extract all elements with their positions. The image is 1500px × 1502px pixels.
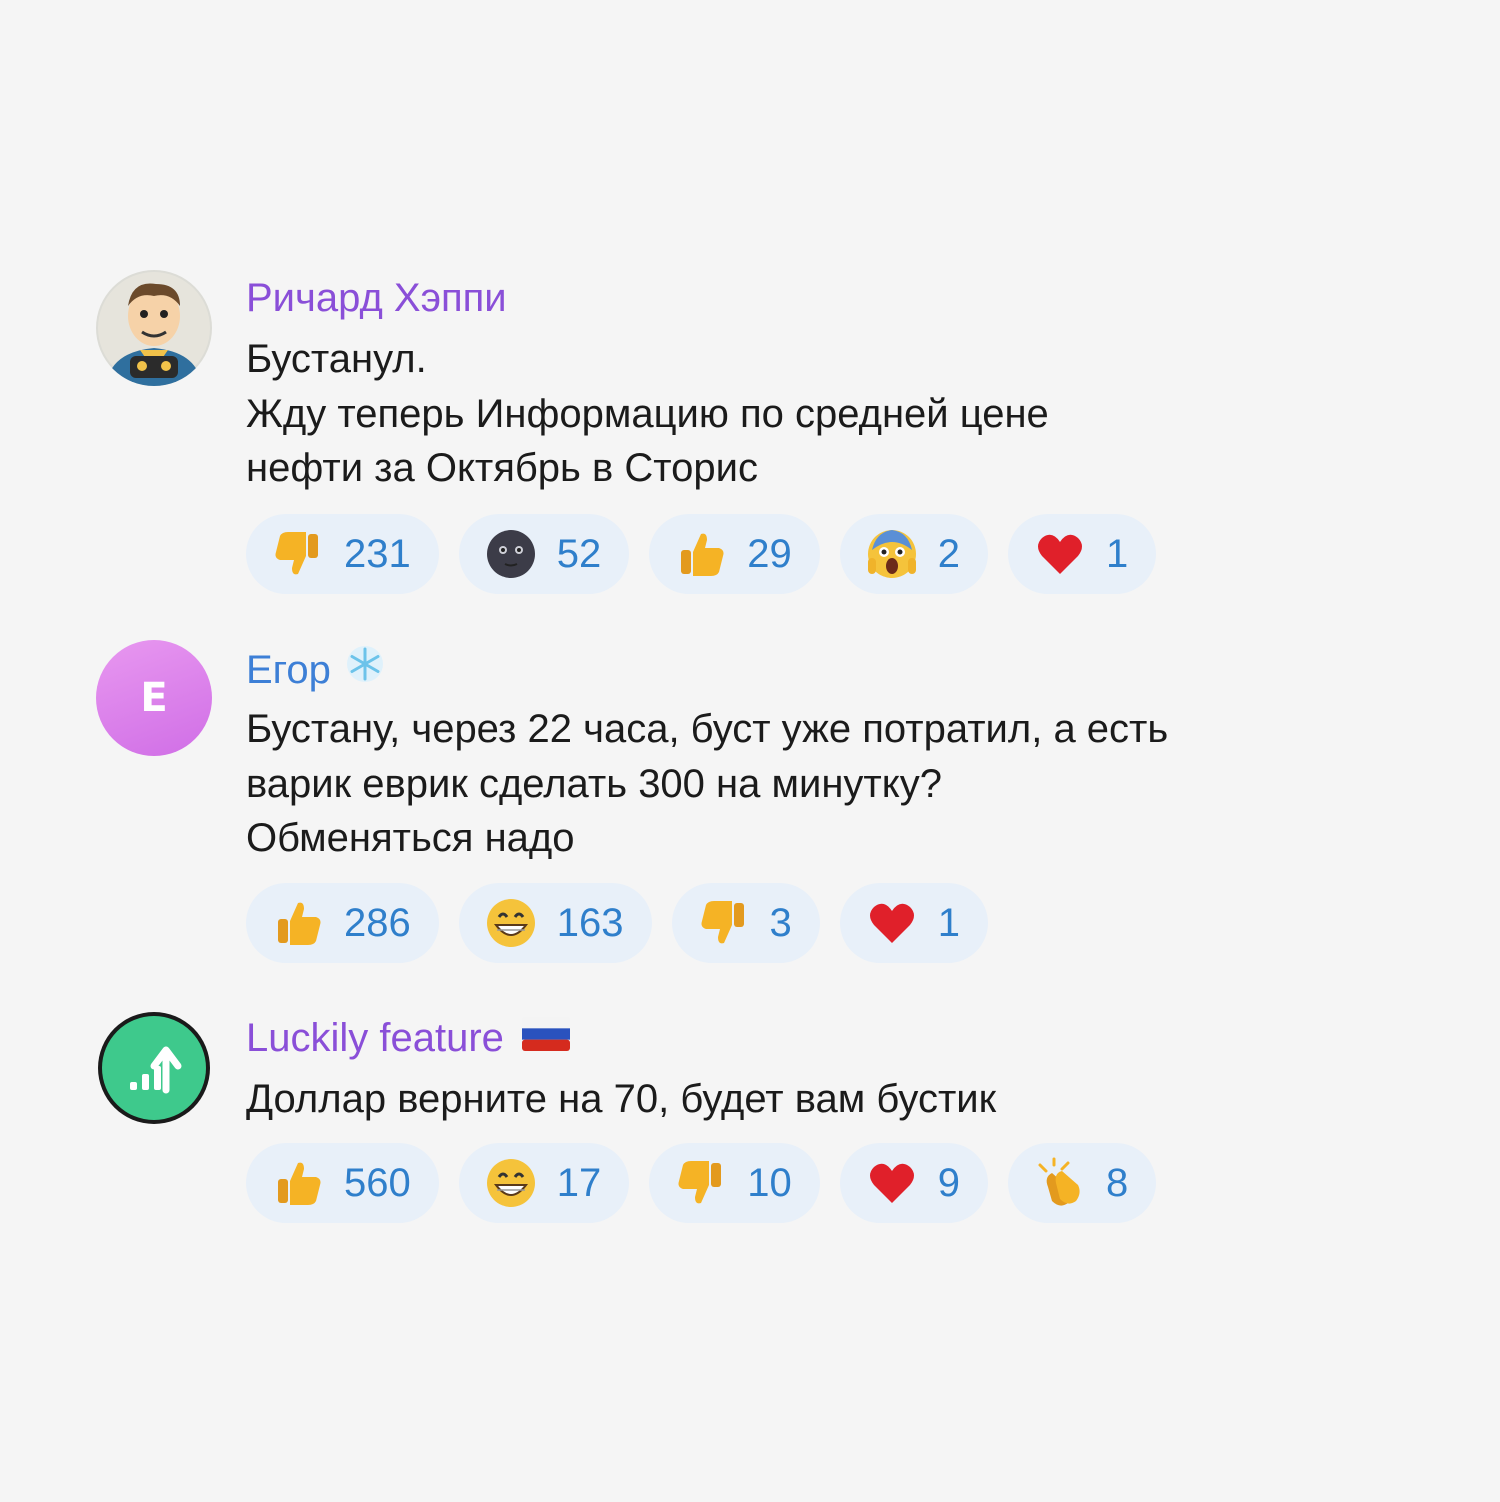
reaction-count: 17 xyxy=(556,1160,602,1205)
avatar[interactable] xyxy=(96,270,212,386)
russia-flag-icon xyxy=(521,1014,570,1062)
chart-arrow-icon xyxy=(98,1012,210,1124)
thumbs-up-icon xyxy=(272,1157,324,1209)
reactions: 560 17 10 9 8 xyxy=(246,1143,1157,1223)
comment-text: Доллар верните на 70, будет вам бустик xyxy=(246,1077,997,1121)
reactions: 286 163 3 1 xyxy=(246,883,988,963)
reaction-count: 163 xyxy=(556,900,624,945)
reaction-count: 3 xyxy=(769,900,792,945)
reaction-count: 8 xyxy=(1106,1160,1129,1205)
reaction-thumbs-down[interactable]: 231 xyxy=(246,514,439,594)
thumbs-up-icon xyxy=(272,897,324,949)
reaction-count: 1 xyxy=(937,900,960,945)
avatar[interactable] xyxy=(96,1010,212,1126)
grinning-face-icon xyxy=(485,897,537,949)
grinning-face-icon xyxy=(485,1157,537,1209)
author-name[interactable]: Ричард Хэппи xyxy=(246,274,507,322)
comment-text: Бустанул. Жду теперь Информацию по средн… xyxy=(246,337,1049,490)
reaction-count: 52 xyxy=(556,531,602,576)
red-heart-icon xyxy=(1034,528,1086,580)
reactions: 231 52 29 2 1 xyxy=(246,514,1157,594)
reaction-new-moon-face[interactable]: 52 xyxy=(458,514,630,594)
reaction-thumbs-down[interactable]: 10 xyxy=(649,1143,820,1223)
screaming-face-icon xyxy=(866,528,918,580)
reaction-count: 29 xyxy=(747,531,792,576)
cartoon-character-icon xyxy=(96,270,212,386)
thumbs-down-icon xyxy=(675,1157,727,1209)
reaction-red-heart[interactable]: 1 xyxy=(839,883,988,963)
reaction-red-heart[interactable]: 9 xyxy=(839,1143,988,1223)
reaction-count: 9 xyxy=(937,1160,960,1205)
thumbs-down-icon xyxy=(698,897,750,949)
author-name[interactable]: Егор xyxy=(246,644,385,695)
reaction-count: 286 xyxy=(344,900,411,945)
reaction-count: 231 xyxy=(344,531,411,576)
author-name-label: Luckily feature xyxy=(246,1016,504,1060)
red-heart-icon xyxy=(866,897,918,949)
reaction-count: 1 xyxy=(1106,531,1129,576)
author-name-label: Ричард Хэппи xyxy=(246,276,507,320)
red-heart-icon xyxy=(866,1157,918,1209)
snowflake-icon xyxy=(345,644,385,695)
reaction-count: 560 xyxy=(344,1160,411,1205)
new-moon-face-icon xyxy=(485,528,537,580)
reaction-red-heart[interactable]: 1 xyxy=(1008,514,1157,594)
reaction-thumbs-down[interactable]: 3 xyxy=(671,883,820,963)
comment-text: Бустану, через 22 часа, буст уже потрати… xyxy=(246,707,1169,860)
reaction-thumbs-up[interactable]: 560 xyxy=(246,1143,439,1223)
reaction-screaming-face[interactable]: 2 xyxy=(839,514,988,594)
reaction-grinning-face[interactable]: 17 xyxy=(458,1143,630,1223)
author-name[interactable]: Luckily feature xyxy=(246,1014,570,1062)
avatar-letter: Е xyxy=(140,675,168,721)
clapping-hands-icon xyxy=(1034,1157,1086,1209)
reaction-thumbs-up[interactable]: 286 xyxy=(246,883,439,963)
author-name-label: Егор xyxy=(246,647,331,692)
thumbs-down-icon xyxy=(272,528,324,580)
reaction-count: 10 xyxy=(747,1160,792,1205)
reaction-count: 2 xyxy=(937,531,960,576)
reaction-clapping-hands[interactable]: 8 xyxy=(1008,1143,1157,1223)
reaction-grinning-face[interactable]: 163 xyxy=(458,883,652,963)
avatar[interactable]: Е xyxy=(96,640,212,756)
thumbs-up-icon xyxy=(675,528,727,580)
reaction-thumbs-up[interactable]: 29 xyxy=(649,514,820,594)
